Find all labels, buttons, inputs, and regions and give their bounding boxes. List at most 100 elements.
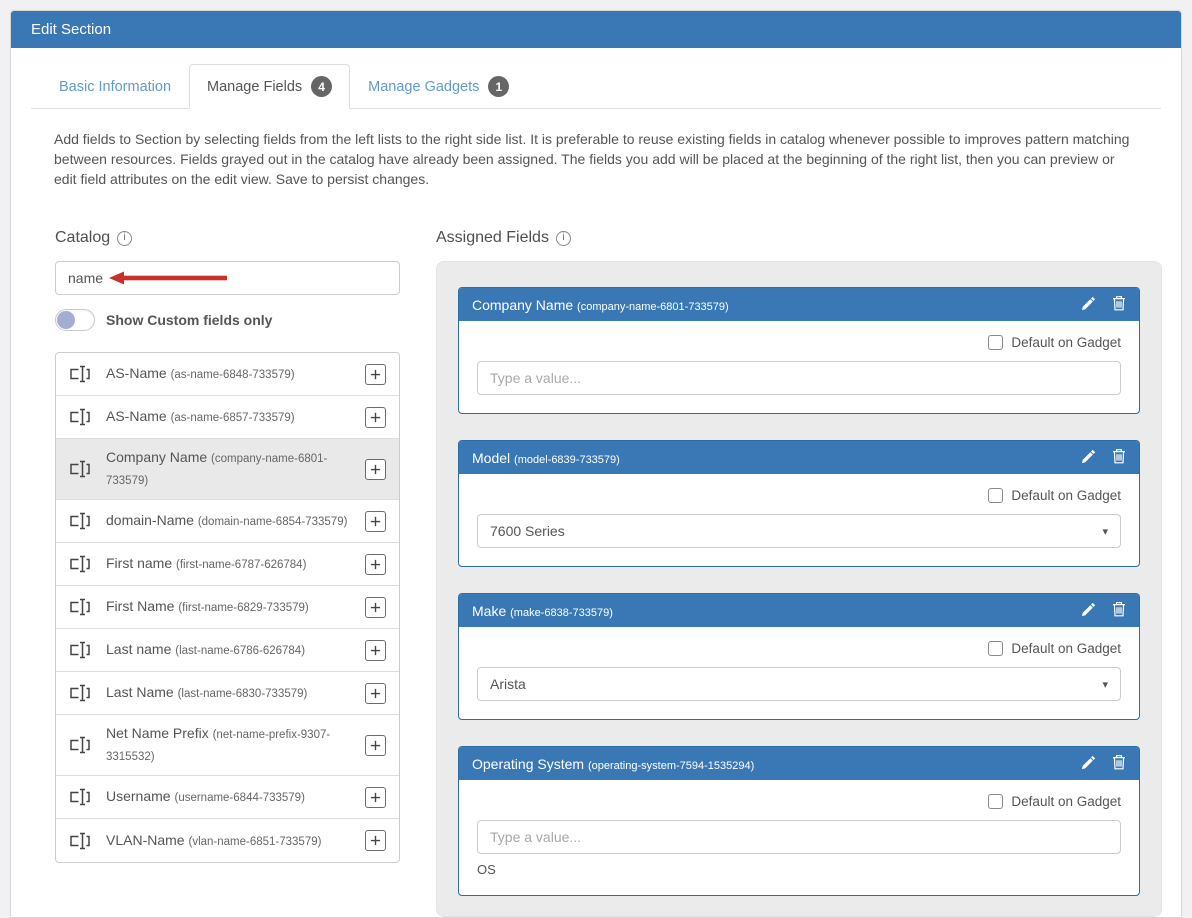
card-header: Company Name (company-name-6801-733579): [459, 288, 1139, 321]
field-name: VLAN-Name: [106, 832, 185, 848]
tab-manage-fields[interactable]: Manage Fields 4: [189, 64, 350, 109]
info-icon[interactable]: i: [556, 231, 571, 246]
field-label: First Name (first-name-6829-733579): [106, 596, 365, 618]
catalog-field-list: AS-Name (as-name-6848-733579) AS-Name (as…: [55, 352, 400, 863]
card-title: Company Name (company-name-6801-733579): [472, 297, 1065, 313]
assigned-field-card: Make (make-6838-733579) Default on Gadget…: [458, 593, 1140, 720]
card-id: (company-name-6801-733579): [577, 301, 729, 313]
add-field-button[interactable]: [365, 459, 386, 480]
checkbox-label: Default on Gadget: [1011, 641, 1121, 656]
card-title-text: Company Name: [472, 297, 573, 313]
field-id: (vlan-name-6851-733579): [188, 836, 321, 848]
add-field-button[interactable]: [365, 554, 386, 575]
card-header: Model (model-6839-733579): [459, 441, 1139, 474]
toggle-label: Show Custom fields only: [106, 312, 272, 328]
field-name: Company Name: [106, 449, 207, 465]
add-field-button[interactable]: [365, 511, 386, 532]
delete-field-button[interactable]: [1112, 601, 1126, 620]
tab-label: Basic Information: [59, 79, 171, 95]
field-helper-text: OS: [477, 862, 1121, 877]
text-field-icon: [69, 641, 91, 659]
value-select[interactable]: 7600 Series ▾: [477, 514, 1121, 548]
caret-down-icon: ▾: [1102, 678, 1108, 691]
pencil-icon: [1081, 449, 1096, 467]
field-label: Net Name Prefix (net-name-prefix-9307-33…: [106, 723, 365, 767]
field-label: domain-Name (domain-name-6854-733579): [106, 510, 365, 532]
caret-down-icon: ▾: [1102, 525, 1108, 538]
catalog-field-row: Last name (last-name-6786-626784): [56, 629, 399, 672]
catalog-field-row: AS-Name (as-name-6848-733579): [56, 353, 399, 396]
card-header: Make (make-6838-733579): [459, 594, 1139, 627]
card-header: Operating System (operating-system-7594-…: [459, 747, 1139, 780]
edit-field-button[interactable]: [1081, 449, 1096, 467]
field-name: First Name: [106, 598, 174, 614]
field-id: (username-6844-733579): [174, 792, 304, 804]
add-field-button[interactable]: [365, 364, 386, 385]
default-on-gadget-checkbox[interactable]: [988, 641, 1003, 656]
default-on-gadget-checkbox[interactable]: [988, 488, 1003, 503]
default-on-gadget-checkbox[interactable]: [988, 794, 1003, 809]
card-title-text: Operating System: [472, 756, 584, 772]
field-name: Last Name: [106, 684, 174, 700]
default-on-gadget-row: Default on Gadget: [477, 335, 1121, 350]
custom-fields-toggle-row: Show Custom fields only: [55, 309, 400, 331]
field-name: Last name: [106, 641, 171, 657]
add-field-button[interactable]: [365, 407, 386, 428]
catalog-search-input[interactable]: [55, 261, 400, 295]
add-field-button[interactable]: [365, 830, 386, 851]
catalog-field-row: First Name (first-name-6829-733579): [56, 586, 399, 629]
catalog-field-row: First name (first-name-6787-626784): [56, 543, 399, 586]
pencil-icon: [1081, 602, 1096, 620]
catalog-field-row: Last Name (last-name-6830-733579): [56, 672, 399, 715]
catalog-field-row: AS-Name (as-name-6857-733579): [56, 396, 399, 439]
delete-field-button[interactable]: [1112, 295, 1126, 314]
text-field-icon: [69, 736, 91, 754]
content-columns: Catalog i Show Custom fields only AS-Nam…: [55, 229, 1181, 917]
field-label: Last name (last-name-6786-626784): [106, 639, 365, 661]
edit-field-button[interactable]: [1081, 296, 1096, 314]
card-title: Operating System (operating-system-7594-…: [472, 756, 1065, 772]
value-input[interactable]: [477, 820, 1121, 854]
delete-field-button[interactable]: [1112, 754, 1126, 773]
add-field-button[interactable]: [365, 597, 386, 618]
field-label: Company Name (company-name-6801-733579): [106, 447, 365, 491]
field-id: (as-name-6848-733579): [171, 369, 295, 381]
catalog-field-row: VLAN-Name (vlan-name-6851-733579): [56, 819, 399, 862]
text-field-icon: [69, 512, 91, 530]
tab-label: Manage Gadgets: [368, 79, 479, 95]
add-field-button[interactable]: [365, 683, 386, 704]
card-title-text: Model: [472, 450, 510, 466]
add-field-button[interactable]: [365, 787, 386, 808]
trash-icon: [1112, 754, 1126, 773]
selected-value: 7600 Series: [490, 523, 565, 539]
field-id: (last-name-6830-733579): [178, 688, 308, 700]
pencil-icon: [1081, 755, 1096, 773]
card-id: (model-6839-733579): [514, 454, 620, 466]
value-input[interactable]: [477, 361, 1121, 395]
tab-manage-gadgets[interactable]: Manage Gadgets 1: [350, 64, 527, 109]
catalog-heading: Catalog i: [55, 229, 400, 247]
edit-field-button[interactable]: [1081, 755, 1096, 773]
tab-label: Manage Fields: [207, 79, 302, 95]
panel-title: Edit Section: [11, 11, 1181, 48]
add-field-button[interactable]: [365, 640, 386, 661]
show-custom-fields-toggle[interactable]: [55, 309, 95, 331]
default-on-gadget-row: Default on Gadget: [477, 488, 1121, 503]
checkbox-label: Default on Gadget: [1011, 335, 1121, 350]
text-field-icon: [69, 788, 91, 806]
assigned-field-card: Operating System (operating-system-7594-…: [458, 746, 1140, 896]
add-field-button[interactable]: [365, 735, 386, 756]
text-field-icon: [69, 408, 91, 426]
value-select[interactable]: Arista▾: [477, 667, 1121, 701]
assigned-fields-heading: Assigned Fields i: [436, 229, 1162, 247]
field-name: First name: [106, 555, 172, 571]
edit-field-button[interactable]: [1081, 602, 1096, 620]
tab-basic-information[interactable]: Basic Information: [41, 64, 189, 109]
field-label: AS-Name (as-name-6848-733579): [106, 363, 365, 385]
info-icon[interactable]: i: [117, 231, 132, 246]
default-on-gadget-checkbox[interactable]: [988, 335, 1003, 350]
catalog-heading-label: Catalog: [55, 229, 110, 247]
delete-field-button[interactable]: [1112, 448, 1126, 467]
assigned-fields-column: Assigned Fields i Company Name (company-…: [436, 229, 1162, 917]
field-name: Net Name Prefix: [106, 725, 209, 741]
